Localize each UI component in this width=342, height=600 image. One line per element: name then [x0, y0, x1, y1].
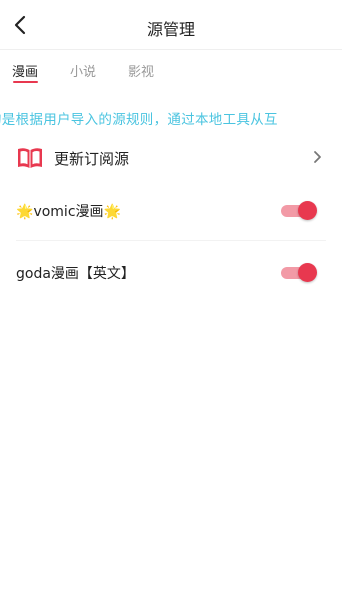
notice-text: 均是根据用户导入的源规则，通过本地工具从互 [0, 112, 278, 128]
source-row-vomic[interactable]: 🌟vomic漫画🌟 [0, 190, 342, 230]
tab-novels[interactable]: 小说 [70, 61, 96, 80]
source-title: vomic漫画 [33, 204, 104, 220]
source-name: 🌟vomic漫画🌟 [16, 201, 121, 221]
star-right: 🌟 [103, 204, 121, 220]
source-row-goda[interactable]: goda漫画【英文】 [0, 252, 342, 292]
top-bar: 源管理 [0, 0, 342, 50]
update-subscription-label: 更新订阅源 [54, 150, 130, 168]
source-title: goda漫画【英文】 [16, 266, 135, 282]
active-tab-indicator [13, 81, 38, 83]
source-name: goda漫画【英文】 [16, 263, 135, 283]
tab-bar: 漫画 小说 影视 [0, 50, 342, 90]
source-toggle[interactable] [281, 200, 319, 222]
divider [16, 240, 326, 241]
notice-marquee: 均是根据用户导入的源规则，通过本地工具从互 [0, 108, 342, 128]
page-title: 源管理 [146, 20, 195, 39]
update-subscription-row[interactable]: 更新订阅源 [0, 138, 342, 176]
book-icon [18, 148, 42, 168]
source-toggle[interactable] [281, 262, 319, 284]
chevron-right-icon [314, 151, 321, 163]
tab-videos[interactable]: 影视 [128, 61, 154, 80]
toggle-thumb [298, 201, 317, 220]
tab-comics[interactable]: 漫画 [12, 61, 38, 80]
star-left: 🌟 [16, 204, 34, 220]
toggle-thumb [298, 263, 317, 282]
